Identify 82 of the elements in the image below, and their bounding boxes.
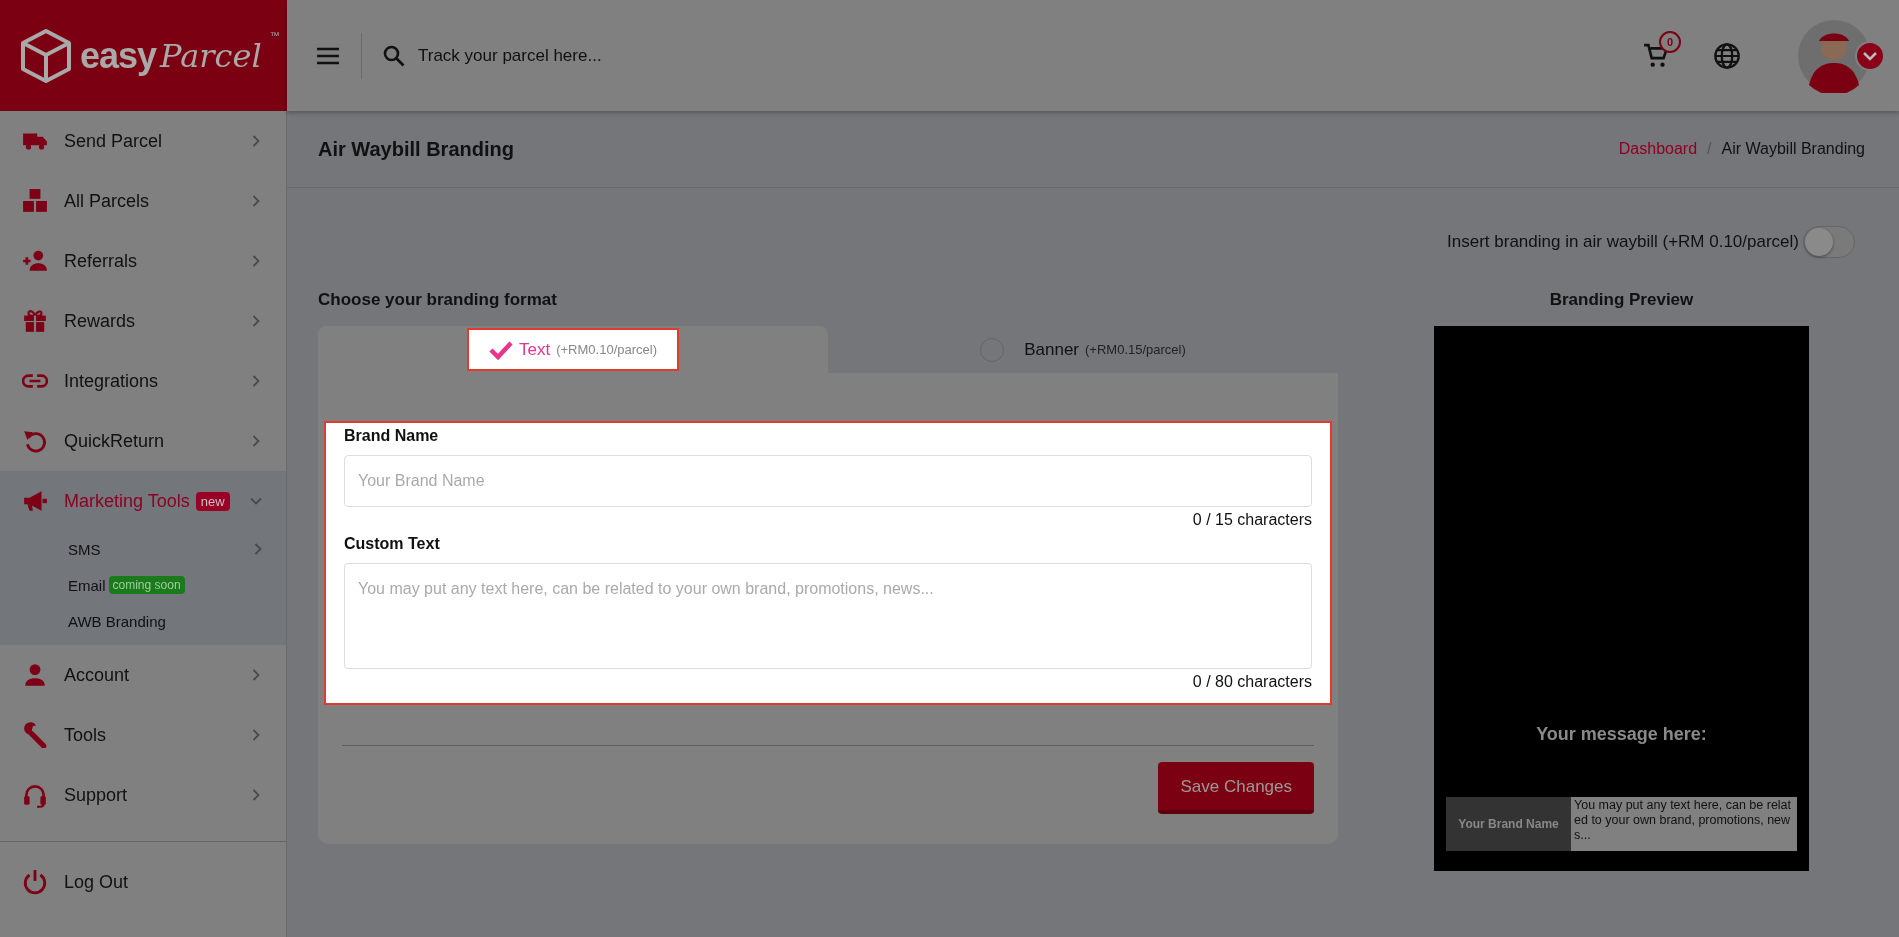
save-changes-button[interactable]: Save Changes: [1158, 762, 1314, 814]
status-badge: coming soon: [108, 576, 185, 594]
new-badge: new: [195, 491, 230, 511]
sidebar-item[interactable]: Tools: [0, 705, 286, 765]
logo-text: easy: [80, 34, 157, 77]
toggle-switch[interactable]: [1803, 226, 1855, 258]
sidebar-item-label: QuickReturn: [64, 430, 165, 452]
toggle-label: Insert branding in air waybill (+RM 0.10/parcel): [1447, 232, 1799, 252]
chevron-right-icon: [250, 435, 262, 447]
sidebar-item-label: Marketing Tools: [64, 490, 190, 512]
submenu-item-label: Email: [68, 576, 106, 594]
sidebar-item[interactable]: Account: [0, 645, 286, 705]
chevron-right-icon: [250, 135, 262, 147]
checkmark-icon: [489, 339, 513, 360]
chevron-right-icon: [250, 255, 262, 267]
page-title: Air Waybill Branding: [318, 137, 514, 161]
preview-brand-name: Your Brand Name: [1446, 797, 1571, 851]
preview-custom-text: You may put any text here, can be related to your own brand, promotions, news...: [1571, 797, 1797, 851]
user-plus-icon: [22, 248, 48, 274]
chevron-right-icon: [250, 669, 262, 681]
character-counter: 0 / 15 characters: [1191, 511, 1312, 529]
sidebar-item[interactable]: Send Parcel: [0, 111, 286, 171]
field-label: Custom Text: [344, 535, 441, 553]
sidebar-item-label: Account: [64, 664, 130, 686]
sidebar-item-label: All Parcels: [64, 190, 150, 212]
power-icon: [22, 869, 48, 895]
submenu-item[interactable]: SMS: [0, 531, 286, 567]
tab-label: Banner: [1024, 339, 1079, 360]
submenu-item[interactable]: AWB Branding: [0, 603, 286, 639]
tab-label: Text: [519, 339, 551, 360]
sidebar-item-label: Integrations: [64, 370, 159, 392]
gift-icon: [22, 308, 48, 334]
breadcrumb-current: Air Waybill Branding: [1721, 140, 1865, 158]
sidebar-item-label: Rewards: [64, 310, 136, 332]
character-counter: 0 / 80 characters: [1191, 673, 1312, 691]
section-heading: Choose your branding format: [318, 290, 558, 311]
chevron-right-icon: [250, 729, 262, 741]
price-note: (+RM0.15/parcel): [1085, 342, 1186, 357]
preview-title: Branding Preview: [1549, 290, 1694, 311]
cart-count: 0: [1659, 30, 1681, 53]
chevron-right-icon: [250, 195, 262, 207]
breadcrumb-separator: /: [1707, 140, 1712, 158]
brand-name-field[interactable]: Your Brand Name: [344, 455, 1312, 507]
submenu-item-label: SMS: [68, 540, 101, 558]
headset-icon: [22, 782, 48, 808]
sidebar-item[interactable]: QuickReturn: [0, 411, 286, 471]
format-tab[interactable]: Banner (+RM0.15/parcel): [828, 326, 1338, 373]
cube-icon: [20, 27, 72, 84]
wrench-icon: [22, 722, 48, 748]
sidebar-item-label: Send Parcel: [64, 130, 163, 152]
boxes-icon: [22, 188, 48, 214]
sidebar-item-label: Support: [64, 784, 128, 806]
undo-icon: [22, 428, 48, 454]
field-label: Brand Name: [344, 427, 440, 445]
sidebar-item-label: Tools: [64, 724, 107, 746]
chevron-right-icon: [250, 315, 262, 327]
logo-script-text: Parcel: [160, 36, 262, 75]
chevron-right-icon: [250, 789, 262, 801]
sidebar-item[interactable]: All Parcels: [0, 171, 286, 231]
price-note: (+RM0.10/parcel): [556, 342, 657, 357]
submenu-item[interactable]: Email coming soon: [0, 567, 286, 603]
track-parcel-field[interactable]: Track your parcel here...: [416, 44, 920, 67]
custom-text-field[interactable]: You may put any text here, can be related to your own brand, promotions, news...: [344, 563, 1312, 669]
sidebar-item[interactable]: Rewards: [0, 291, 286, 351]
sidebar-item[interactable]: Support: [0, 765, 286, 825]
search-icon: [382, 43, 406, 68]
logout-label: Log Out: [64, 871, 129, 893]
chevron-down-icon: [250, 495, 262, 507]
logout-item[interactable]: Log Out: [0, 842, 286, 922]
sidebar-item-label: Referrals: [64, 250, 138, 272]
preview-message: Your message here:: [1536, 724, 1707, 745]
sidebar-item[interactable]: Integrations: [0, 351, 286, 411]
submenu-item-label: AWB Branding: [68, 612, 166, 630]
sidebar-item[interactable]: Referrals: [0, 231, 286, 291]
trademark-mark: ™: [269, 30, 280, 41]
user-icon: [22, 662, 48, 688]
chevron-right-icon: [250, 375, 262, 387]
megaphone-icon: [22, 488, 48, 514]
format-tab[interactable]: Text (+RM0.10/parcel): [318, 326, 828, 373]
globe-icon[interactable]: [1713, 41, 1741, 70]
chevron-down-button[interactable]: [1855, 40, 1885, 71]
chevron-right-icon: [252, 543, 264, 555]
